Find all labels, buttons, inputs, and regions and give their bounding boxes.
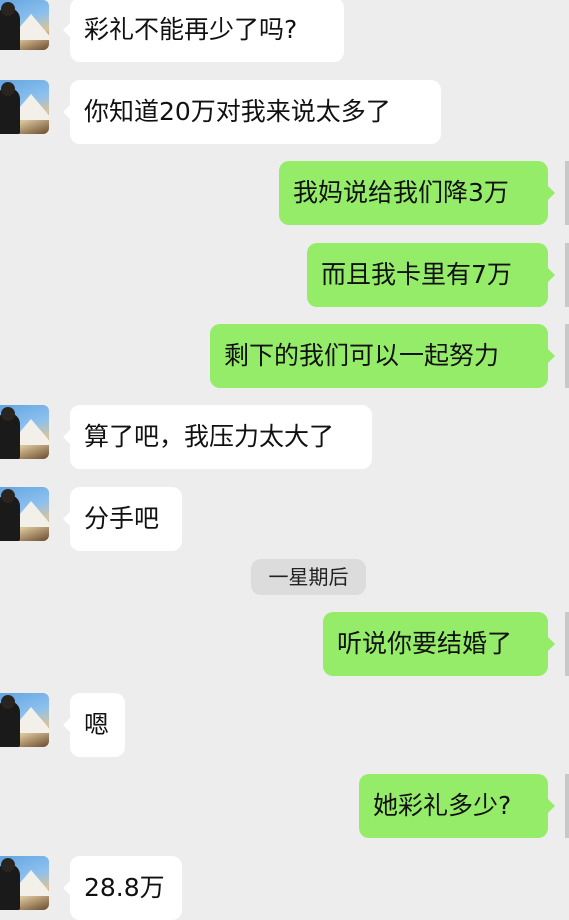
outgoing-message[interactable]: 我妈说给我们降3万 (279, 161, 555, 225)
incoming-message[interactable]: 28.8万 (63, 856, 182, 920)
incoming-message[interactable]: 分手吧 (63, 487, 182, 551)
chat-area: 彩礼不能再少了吗? 你知道20万对我来说太多了 我妈说给我们降3万 而且我卡里有… (0, 0, 569, 920)
contact-avatar[interactable] (0, 0, 49, 50)
outgoing-message[interactable]: 剩下的我们可以一起努力 (210, 324, 555, 388)
scroll-edge (565, 243, 569, 307)
contact-avatar[interactable] (0, 80, 49, 134)
outgoing-message[interactable]: 她彩礼多少? (359, 774, 555, 838)
contact-avatar[interactable] (0, 487, 49, 541)
time-divider: 一星期后 (251, 559, 366, 595)
outgoing-message[interactable]: 听说你要结婚了 (323, 612, 555, 676)
contact-avatar[interactable] (0, 693, 49, 747)
incoming-message[interactable]: 你知道20万对我来说太多了 (63, 80, 441, 144)
outgoing-message[interactable]: 而且我卡里有7万 (307, 243, 555, 307)
contact-avatar[interactable] (0, 405, 49, 459)
scroll-edge (565, 612, 569, 676)
incoming-message[interactable]: 嗯 (63, 693, 125, 757)
incoming-message[interactable]: 算了吧，我压力太大了 (63, 405, 372, 469)
scroll-edge (565, 774, 569, 838)
incoming-message[interactable]: 彩礼不能再少了吗? (63, 0, 344, 62)
scroll-edge (565, 161, 569, 225)
scroll-edge (565, 324, 569, 388)
